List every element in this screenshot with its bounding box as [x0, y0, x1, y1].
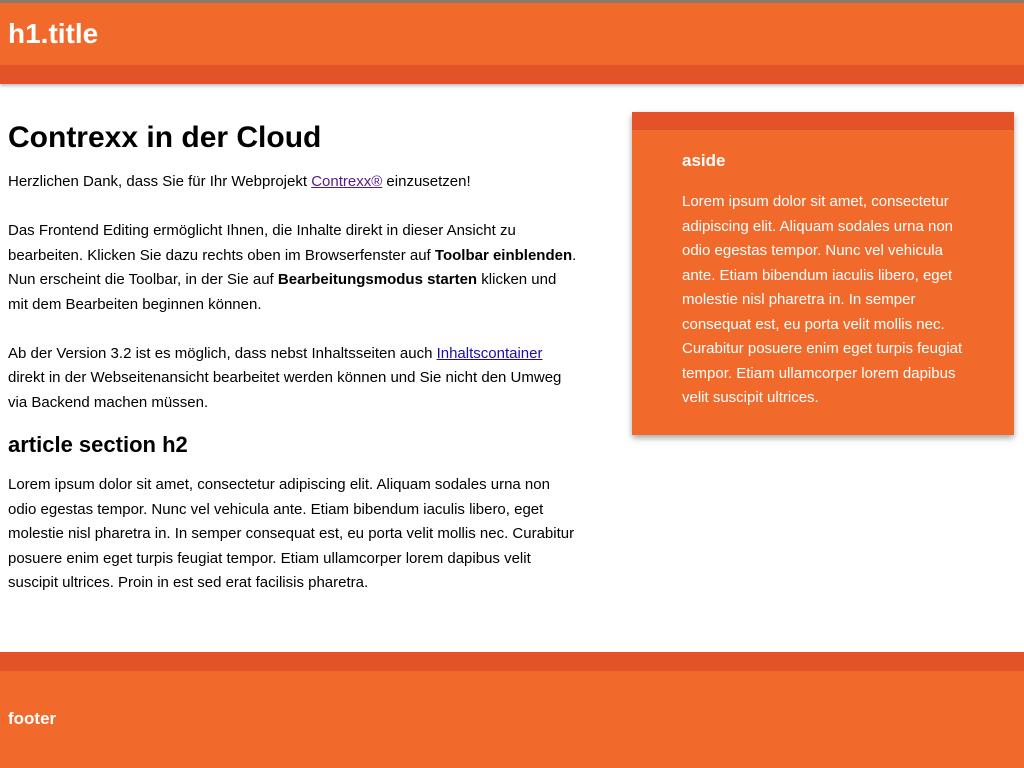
intro-text-before: Herzlichen Dank, dass Sie für Ihr Webpro… [8, 173, 312, 190]
edit-mode-label: Bearbeitungsmodus starten [277, 271, 478, 288]
site-header: h1.title [0, 3, 1024, 65]
intro-paragraph: Herzlichen Dank, dass Sie für Ihr Webpro… [8, 170, 578, 195]
version-text-after: direkt in der Webseitenansicht bearbeite… [8, 369, 562, 411]
header-accent-band [0, 65, 1024, 84]
article-heading: Contrexx in der Cloud [8, 121, 322, 154]
contrexx-link[interactable]: Contrexx® [311, 173, 382, 190]
content-container-link[interactable]: Inhaltscontainer [437, 345, 543, 362]
footer-accent-band [0, 652, 1024, 671]
site-title: h1.title [8, 18, 99, 49]
version-paragraph: Ab der Version 3.2 ist es möglich, dass … [8, 342, 578, 416]
aside-text: Lorem ipsum dolor sit amet, consectetur … [682, 193, 963, 406]
aside-box: aside Lorem ipsum dolor sit amet, consec… [632, 112, 1014, 435]
site-footer: footer [0, 671, 1024, 768]
aside-title: aside [682, 151, 726, 170]
aside-accent-band [632, 112, 1014, 130]
main-article: Contrexx in der Cloud Herzlichen Dank, d… [8, 120, 578, 596]
footer-title: footer [8, 709, 57, 728]
intro-text-after: einzusetzen! [382, 173, 471, 190]
section-heading: article section h2 [8, 432, 188, 457]
version-text-before: Ab der Version 3.2 ist es möglich, dass … [8, 344, 437, 362]
toolbar-label: Toolbar einblenden [434, 246, 573, 264]
section-paragraph: Lorem ipsum dolor sit amet, consectetur … [8, 476, 575, 591]
frontend-editing-paragraph: Das Frontend Editing ermöglicht Ihnen, d… [8, 219, 578, 317]
